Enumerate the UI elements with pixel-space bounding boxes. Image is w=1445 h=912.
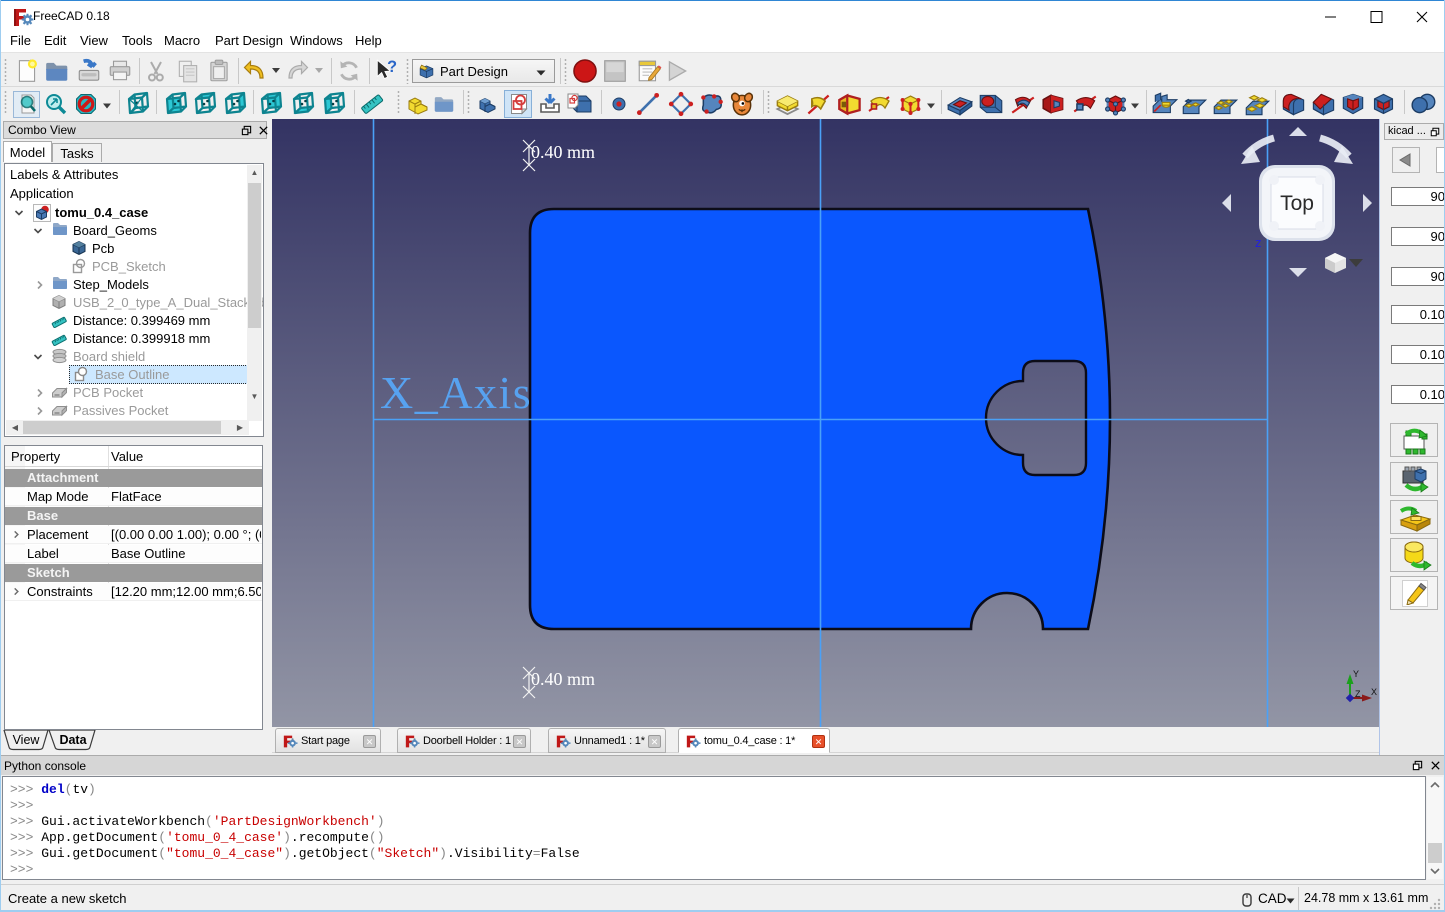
svg-text:Y: Y xyxy=(1353,669,1359,679)
svg-text:X_Axis: X_Axis xyxy=(380,367,532,418)
svg-text:View: View xyxy=(13,733,41,747)
svg-text:X: X xyxy=(1371,687,1377,697)
svg-text:Data: Data xyxy=(59,733,87,747)
svg-text:z: z xyxy=(1255,235,1262,250)
svg-text:Z: Z xyxy=(1355,689,1361,699)
svg-text:0.40 mm: 0.40 mm xyxy=(531,669,595,689)
svg-text:?: ? xyxy=(387,58,397,76)
svg-text:0.40 mm: 0.40 mm xyxy=(531,142,595,162)
svg-text:Top: Top xyxy=(1280,192,1314,215)
